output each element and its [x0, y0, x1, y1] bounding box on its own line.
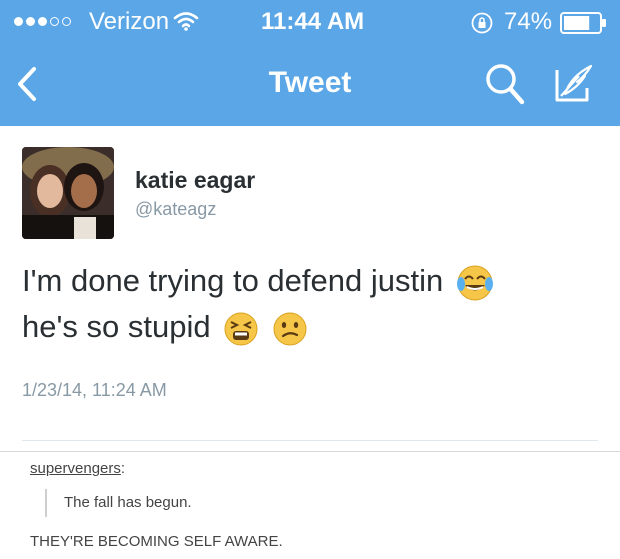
- tweet-text-line: he's so stupid: [22, 304, 494, 350]
- divider: [0, 451, 620, 452]
- status-time: 11:44 AM: [261, 8, 365, 35]
- author-name[interactable]: katie eagar: [135, 167, 255, 194]
- tweet-text-line-1: I'm done trying to defend justin: [22, 263, 444, 298]
- nav-bar: Tweet: [0, 48, 620, 120]
- tweet-timestamp: 1/23/14, 11:24 AM: [22, 380, 167, 400]
- tweet-text-line: I'm done trying to defend justin: [22, 258, 494, 304]
- battery-percent: 74%: [504, 8, 553, 35]
- avatar[interactable]: [22, 147, 114, 239]
- author-handle[interactable]: @kateagz: [135, 199, 216, 220]
- search-icon[interactable]: [484, 62, 526, 106]
- tumblr-reply: THEY'RE BECOMING SELF AWARE.: [30, 533, 283, 550]
- tumblr-quote: The fall has begun.: [45, 489, 192, 517]
- app-header: Verizon 11:44 AM 74% Tweet: [0, 0, 620, 126]
- rotation-lock-icon: [471, 12, 493, 34]
- battery-level-fill: [564, 16, 590, 30]
- divider: [22, 440, 598, 441]
- battery-icon: [560, 12, 606, 34]
- carrier-name: Verizon: [89, 8, 170, 35]
- confused-face-icon: [273, 312, 307, 346]
- signal-strength-icon: [14, 17, 71, 26]
- status-bar: Verizon 11:44 AM 74%: [0, 0, 620, 44]
- face-with-tears-of-joy-icon: [456, 265, 493, 301]
- tumblr-username: supervengers:: [30, 460, 125, 477]
- compose-icon[interactable]: [551, 62, 595, 106]
- tweet-text: I'm done trying to defend justin he's so…: [22, 258, 494, 350]
- tumblr-username-suffix: :: [120, 460, 126, 477]
- wifi-icon: [173, 12, 199, 31]
- tired-face-icon: [224, 312, 258, 346]
- tumblr-username-link[interactable]: supervengers: [30, 460, 121, 477]
- tweet-text-line-2: he's so stupid: [22, 309, 211, 344]
- page-title: Tweet: [268, 66, 352, 99]
